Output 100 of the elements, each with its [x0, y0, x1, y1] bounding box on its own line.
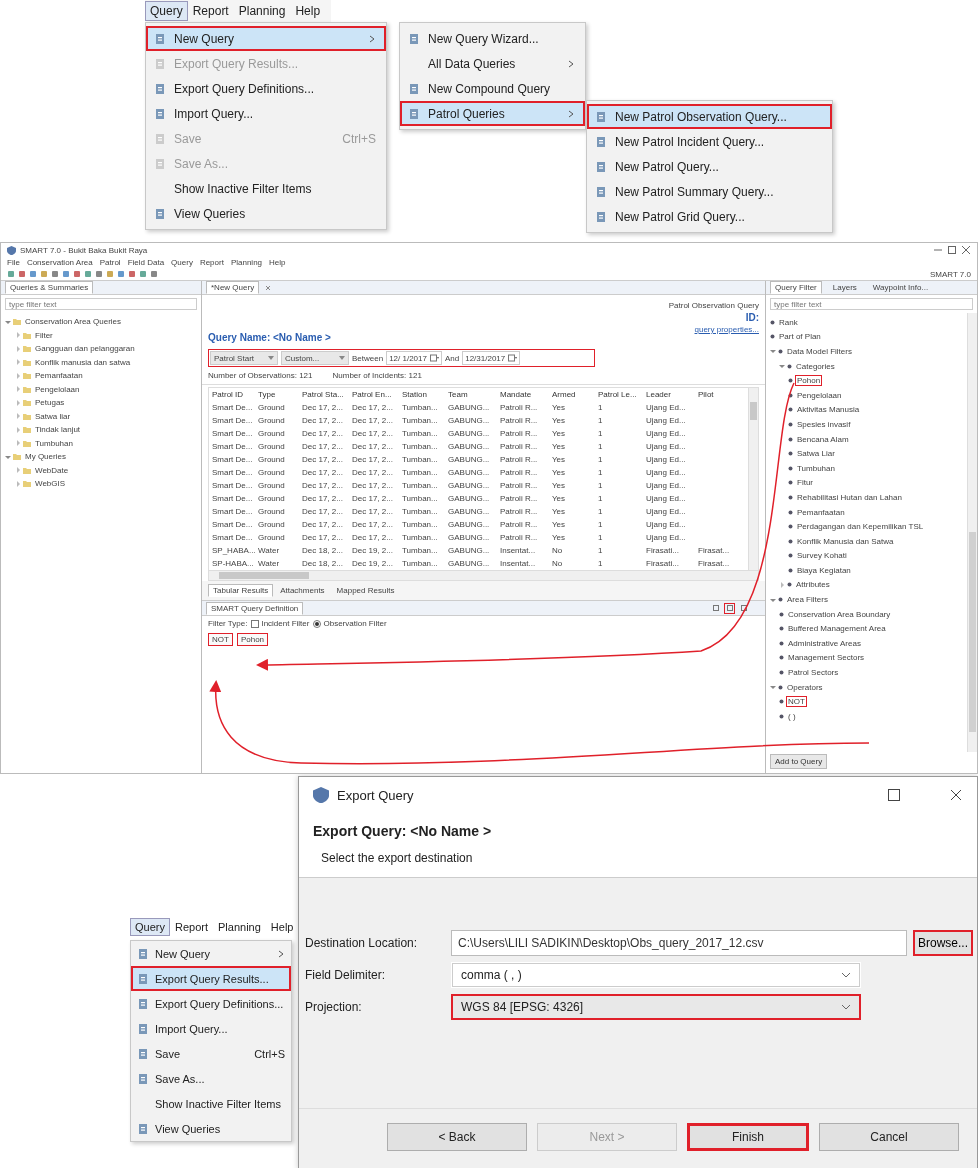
tree-item[interactable]: Area Filters: [785, 594, 830, 606]
tree-item[interactable]: Perdagangan dan Kepemilikan TSL: [795, 521, 926, 533]
expanded-arrow-icon[interactable]: [779, 363, 785, 370]
collapsed-arrow-icon[interactable]: [15, 480, 21, 487]
menu-item[interactable]: Export Query Results...: [131, 966, 291, 991]
menu-bar-item[interactable]: Help: [265, 918, 299, 936]
column-header[interactable]: Team: [445, 388, 497, 401]
menu-bar-item[interactable]: Report: [199, 258, 224, 267]
tree-item[interactable]: Conservation Area Boundary: [786, 608, 893, 620]
dialog-button[interactable]: Finish: [687, 1123, 809, 1151]
add-to-query-button[interactable]: Add to Query: [770, 754, 828, 769]
column-header[interactable]: Mandate: [497, 388, 549, 401]
panel-tab[interactable]: Queries & Summaries: [5, 281, 94, 294]
menu-bar-item[interactable]: File: [7, 258, 20, 267]
menu-item[interactable]: View Queries: [146, 201, 386, 226]
tree-item[interactable]: Pohon: [795, 375, 823, 387]
tree-item[interactable]: Survey Kohati: [795, 550, 849, 562]
menu-item[interactable]: Import Query...: [146, 101, 386, 126]
toolbar-button[interactable]: [724, 602, 735, 614]
panel-tab[interactable]: Layers: [827, 281, 862, 294]
option-label[interactable]: Observation Filter: [323, 619, 387, 628]
collapsed-arrow-icon[interactable]: [15, 345, 21, 352]
tree-item[interactable]: My Queries: [23, 451, 68, 463]
tree-item[interactable]: Pemanfaatan: [795, 506, 847, 518]
column-header[interactable]: Type: [255, 388, 299, 401]
menu-item[interactable]: Show Inactive Filter Items: [131, 1091, 291, 1116]
menu-bar-item[interactable]: Report: [187, 1, 234, 21]
menu-item[interactable]: New Query: [131, 941, 291, 966]
expanded-arrow-icon[interactable]: [770, 596, 776, 603]
dialog-button[interactable]: < Back: [387, 1123, 527, 1151]
dialog-button[interactable]: Cancel: [819, 1123, 959, 1151]
menu-bar-item[interactable]: Planning: [230, 258, 263, 267]
expanded-arrow-icon[interactable]: [5, 318, 11, 325]
path-field[interactable]: C:\Users\LILI SADIKIN\Desktop\Obs_query_2017_12.csv: [451, 930, 907, 956]
tree-item[interactable]: Konflik Manusia dan Satwa: [795, 535, 896, 547]
perspective-label[interactable]: SMART 7.0: [929, 269, 971, 279]
column-header[interactable]: Armed: [549, 388, 595, 401]
menu-item[interactable]: Save Ctrl+S: [131, 1041, 291, 1066]
menu-item[interactable]: New Compound Query: [400, 76, 585, 101]
menu-item[interactable]: New Patrol Query...: [587, 154, 832, 179]
tree-item[interactable]: Bencana Alam: [795, 433, 851, 445]
dropdown-field[interactable]: WGS 84 [EPSG: 4326]: [451, 994, 861, 1020]
expanded-arrow-icon[interactable]: [5, 453, 11, 460]
panel-tab[interactable]: Query Filter: [770, 281, 822, 294]
tree-item[interactable]: Filter: [33, 329, 55, 341]
tree-item[interactable]: Pemanfaatan: [33, 370, 85, 382]
collapsed-arrow-icon[interactable]: [15, 399, 21, 406]
menu-bar-item[interactable]: Conservation Area: [26, 258, 93, 267]
menu-bar-item[interactable]: Help: [269, 258, 286, 267]
dropdown-field[interactable]: comma ( , ): [451, 962, 861, 988]
menu-item[interactable]: Show Inactive Filter Items: [146, 176, 386, 201]
panel-tab[interactable]: SMART Query Definition: [206, 601, 304, 615]
tree-item[interactable]: Management Sectors: [786, 652, 867, 664]
collapsed-arrow-icon[interactable]: [15, 359, 21, 366]
tree-item[interactable]: Satwa Liar: [795, 448, 837, 460]
menu-bar-item[interactable]: Query: [171, 258, 193, 267]
result-tab[interactable]: Mapped Results: [331, 584, 400, 597]
column-header[interactable]: Patrol Le...: [595, 388, 643, 401]
maximize-icon[interactable]: [887, 788, 901, 802]
radio-button[interactable]: [313, 619, 322, 628]
date-field[interactable]: 12/ 1/2017: [386, 351, 442, 365]
tree-item[interactable]: Operators: [785, 681, 825, 693]
tree-item[interactable]: Patrol Sectors: [786, 667, 841, 679]
result-tab[interactable]: Tabular Results: [208, 584, 274, 597]
close-icon[interactable]: [949, 788, 963, 802]
result-tab[interactable]: Attachments: [275, 584, 330, 597]
tree-item[interactable]: Tumbuhan: [795, 462, 837, 474]
menu-item[interactable]: New Query Wizard...: [400, 26, 585, 51]
tree-item[interactable]: Rank: [777, 316, 800, 328]
menu-bar-item[interactable]: Report: [169, 918, 213, 936]
tree-item[interactable]: Gangguan dan pelanggaran: [33, 343, 137, 355]
tree-item[interactable]: Fitur: [795, 477, 815, 489]
tree-item[interactable]: Part of Plan: [777, 331, 823, 343]
range-dropdown[interactable]: Custom...: [281, 351, 349, 365]
calendar-icon[interactable]: [508, 354, 518, 362]
tree-item[interactable]: Spesies invasif: [795, 418, 853, 430]
toolbar-button[interactable]: [710, 602, 721, 614]
tree-item[interactable]: Administrative Areas: [786, 637, 863, 649]
field-dropdown[interactable]: Patrol Start: [210, 351, 278, 365]
menu-item[interactable]: New Query: [146, 26, 386, 51]
expanded-arrow-icon[interactable]: [770, 684, 776, 691]
editor-tab[interactable]: *New Query: [206, 281, 260, 294]
checkbox[interactable]: [251, 619, 260, 628]
tree-item[interactable]: Attributes: [794, 579, 832, 591]
menu-item[interactable]: New Patrol Observation Query...: [587, 104, 832, 129]
collapsed-arrow-icon[interactable]: [15, 372, 21, 379]
column-header[interactable]: Pilot: [695, 388, 735, 401]
collapsed-arrow-icon[interactable]: [15, 386, 21, 393]
maximize-icon[interactable]: [947, 245, 957, 255]
menu-item[interactable]: New Patrol Incident Query...: [587, 129, 832, 154]
tree-item[interactable]: Petugas: [33, 397, 67, 409]
query-term[interactable]: Pohon: [236, 633, 269, 646]
column-header[interactable]: Patrol En...: [349, 388, 399, 401]
tree-item[interactable]: WebDate: [33, 464, 71, 476]
menu-item[interactable]: Patrol Queries: [400, 101, 585, 126]
tree-item[interactable]: Tumbuhan: [33, 437, 75, 449]
collapsed-arrow-icon[interactable]: [15, 332, 21, 339]
option-label[interactable]: Incident Filter: [261, 619, 310, 628]
close-icon[interactable]: [961, 245, 971, 255]
menu-bar-item[interactable]: Planning: [213, 918, 266, 936]
